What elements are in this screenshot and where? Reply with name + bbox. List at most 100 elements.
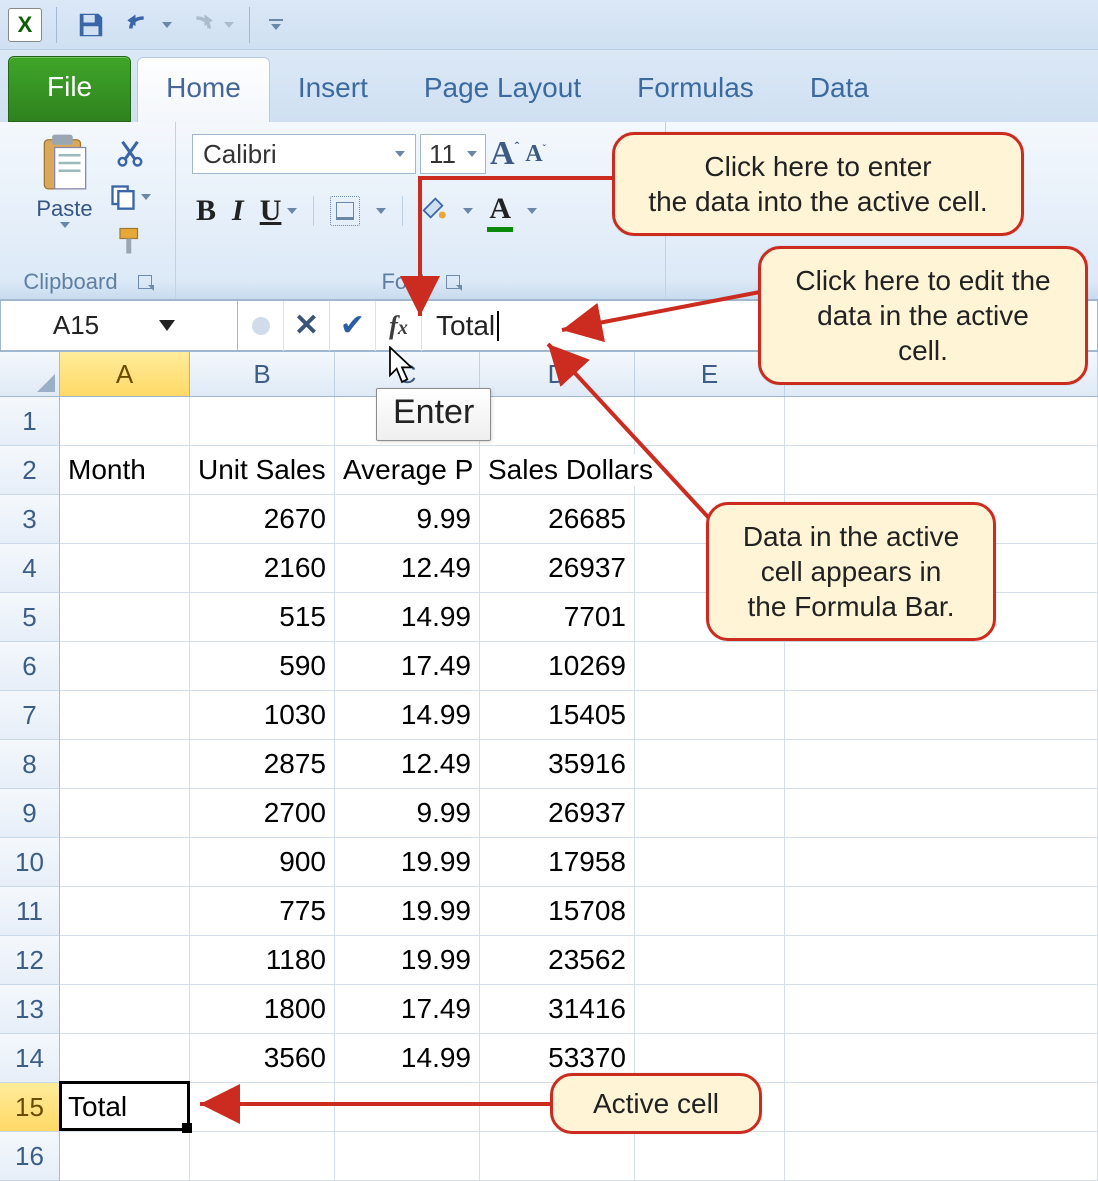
cell-C3[interactable]: 9.99 — [335, 495, 480, 544]
cell-C9[interactable]: 9.99 — [335, 789, 480, 838]
cell-B9[interactable]: 2700 — [190, 789, 335, 838]
cell-F1[interactable] — [785, 397, 1098, 446]
cell-E7[interactable] — [635, 691, 785, 740]
clipboard-dialog-launcher[interactable] — [138, 275, 152, 289]
tab-home[interactable]: Home — [137, 57, 270, 122]
cut-button[interactable] — [109, 134, 151, 172]
row-header[interactable]: 11 — [0, 887, 60, 936]
cell-A6[interactable] — [60, 642, 190, 691]
cell-D7[interactable]: 15405 — [480, 691, 635, 740]
cell-E10[interactable] — [635, 838, 785, 887]
cell-B6[interactable]: 590 — [190, 642, 335, 691]
cell-B7[interactable]: 1030 — [190, 691, 335, 740]
cell-C12[interactable]: 19.99 — [335, 936, 480, 985]
cell-A16[interactable] — [60, 1132, 190, 1181]
cell-A10[interactable] — [60, 838, 190, 887]
row-header[interactable]: 12 — [0, 936, 60, 985]
undo-dropdown[interactable] — [161, 19, 173, 31]
cell-D5[interactable]: 7701 — [480, 593, 635, 642]
cell-A8[interactable] — [60, 740, 190, 789]
cell-E8[interactable] — [635, 740, 785, 789]
cell-F13[interactable] — [785, 985, 1098, 1034]
cell-A11[interactable] — [60, 887, 190, 936]
cell-C13[interactable]: 17.49 — [335, 985, 480, 1034]
cell-B3[interactable]: 2670 — [190, 495, 335, 544]
cell-C6[interactable]: 17.49 — [335, 642, 480, 691]
borders-dropdown[interactable] — [376, 208, 386, 214]
cell-D6[interactable]: 10269 — [480, 642, 635, 691]
cell-B11[interactable]: 775 — [190, 887, 335, 936]
column-header-B[interactable]: B — [190, 352, 335, 396]
row-header[interactable]: 9 — [0, 789, 60, 838]
column-header-A[interactable]: A — [60, 352, 190, 396]
cell-F10[interactable] — [785, 838, 1098, 887]
cell-E9[interactable] — [635, 789, 785, 838]
name-box[interactable]: A15 — [0, 300, 238, 351]
cell-A7[interactable] — [60, 691, 190, 740]
cell-B5[interactable]: 515 — [190, 593, 335, 642]
cell-A9[interactable] — [60, 789, 190, 838]
bold-button[interactable]: B — [196, 194, 216, 228]
cell-D8[interactable]: 35916 — [480, 740, 635, 789]
cell-D4[interactable]: 26937 — [480, 544, 635, 593]
cell-B2[interactable]: Unit Sales — [190, 446, 335, 495]
row-header[interactable]: 15 — [0, 1083, 60, 1132]
italic-button[interactable]: I — [232, 194, 244, 228]
cell-C14[interactable]: 14.99 — [335, 1034, 480, 1083]
increase-font-icon[interactable]: Aˆ — [490, 135, 519, 173]
select-all-corner[interactable] — [0, 352, 60, 396]
file-tab[interactable]: File — [8, 56, 131, 122]
cell-F12[interactable] — [785, 936, 1098, 985]
underline-dropdown[interactable] — [287, 208, 297, 214]
row-header[interactable]: 13 — [0, 985, 60, 1034]
cell-F9[interactable] — [785, 789, 1098, 838]
redo-button[interactable] — [181, 5, 221, 45]
cell-C15[interactable] — [335, 1083, 480, 1132]
cell-F2[interactable] — [785, 446, 1098, 495]
paste-button[interactable]: Paste — [25, 132, 105, 260]
column-header-D[interactable]: D — [480, 352, 635, 396]
cell-F6[interactable] — [785, 642, 1098, 691]
cell-D16[interactable] — [480, 1132, 635, 1181]
cell-D3[interactable]: 26685 — [480, 495, 635, 544]
row-header[interactable]: 5 — [0, 593, 60, 642]
cell-A15[interactable]: Total — [60, 1083, 190, 1132]
cell-C4[interactable]: 12.49 — [335, 544, 480, 593]
copy-button[interactable] — [109, 178, 151, 216]
cell-F7[interactable] — [785, 691, 1098, 740]
cell-D2[interactable]: Sales Dollars — [480, 446, 635, 495]
cell-E13[interactable] — [635, 985, 785, 1034]
cell-C16[interactable] — [335, 1132, 480, 1181]
undo-button[interactable] — [119, 5, 159, 45]
row-header[interactable]: 1 — [0, 397, 60, 446]
cell-A12[interactable] — [60, 936, 190, 985]
cell-C8[interactable]: 12.49 — [335, 740, 480, 789]
tab-page-layout[interactable]: Page Layout — [396, 58, 609, 122]
cell-B10[interactable]: 900 — [190, 838, 335, 887]
cell-D10[interactable]: 17958 — [480, 838, 635, 887]
redo-dropdown[interactable] — [223, 19, 235, 31]
cell-A5[interactable] — [60, 593, 190, 642]
row-header[interactable]: 3 — [0, 495, 60, 544]
cell-E11[interactable] — [635, 887, 785, 936]
cell-B4[interactable]: 2160 — [190, 544, 335, 593]
borders-button[interactable] — [330, 196, 360, 226]
tab-insert[interactable]: Insert — [270, 58, 396, 122]
cell-C11[interactable]: 19.99 — [335, 887, 480, 936]
cell-A2[interactable]: Month — [60, 446, 190, 495]
cell-F8[interactable] — [785, 740, 1098, 789]
cell-E12[interactable] — [635, 936, 785, 985]
cell-F15[interactable] — [785, 1083, 1098, 1132]
cell-B15[interactable] — [190, 1083, 335, 1132]
cell-D13[interactable]: 31416 — [480, 985, 635, 1034]
row-header[interactable]: 2 — [0, 446, 60, 495]
cell-B14[interactable]: 3560 — [190, 1034, 335, 1083]
enter-button[interactable]: ✔ — [330, 301, 376, 351]
format-painter-button[interactable] — [109, 222, 151, 260]
customize-qat-button[interactable] — [264, 5, 288, 45]
row-header[interactable]: 4 — [0, 544, 60, 593]
cell-B12[interactable]: 1180 — [190, 936, 335, 985]
cell-D12[interactable]: 23562 — [480, 936, 635, 985]
row-header[interactable]: 7 — [0, 691, 60, 740]
cell-C2[interactable]: Average P — [335, 446, 480, 495]
